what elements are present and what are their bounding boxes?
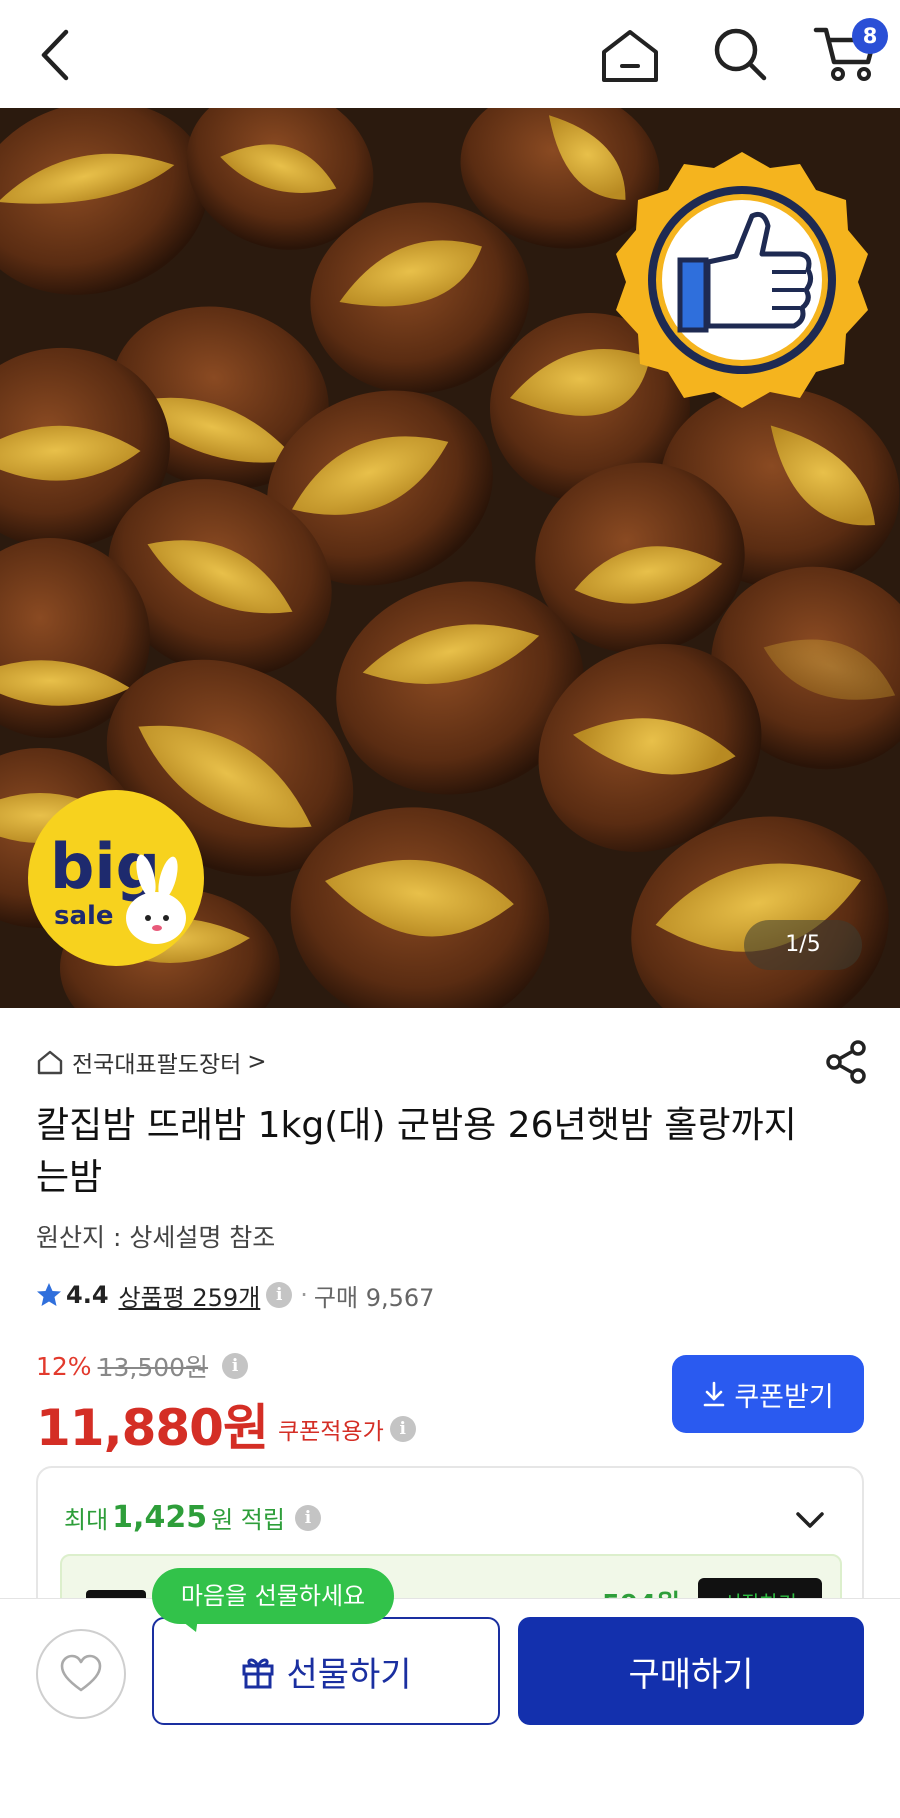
heart-icon: [60, 1654, 102, 1692]
top-bar: 8: [0, 0, 900, 108]
cart-count-badge: 8: [852, 18, 888, 54]
price-info-icon[interactable]: i: [222, 1353, 249, 1379]
store-link[interactable]: 전국대표팔도장터 >: [36, 1046, 267, 1078]
purchase-count: 구매 9,567: [313, 1283, 435, 1312]
rating-score: 4.4: [66, 1281, 109, 1309]
store-name: 전국대표팔도장터: [72, 1052, 242, 1078]
separator-dot: ·: [300, 1281, 308, 1309]
home-icon[interactable]: [598, 26, 662, 86]
gift-button[interactable]: 선물하기: [152, 1617, 500, 1725]
coupon-price-label: 쿠폰적용가: [277, 1419, 384, 1445]
coupon-info-icon[interactable]: i: [389, 1416, 416, 1442]
get-coupon-label: 쿠폰받기: [734, 1381, 834, 1413]
big-sale-badge: big sale: [28, 790, 204, 966]
product-title: 칼집밤 뜨래밤 1kg(대) 군밤용 26년햇밤 홀랑까지는밤: [36, 1105, 797, 1198]
star-icon: [37, 1283, 61, 1306]
buy-button-label: 구매하기: [628, 1654, 754, 1695]
reward-amount: 1,425: [112, 1500, 208, 1535]
reward-prefix: 최대: [64, 1506, 109, 1534]
final-price: 11,880원: [36, 1399, 269, 1457]
gift-tooltip: 마음을 선물하세요: [152, 1568, 394, 1624]
reward-suffix: 원 적립: [211, 1506, 285, 1534]
product-origin: 원산지 : 상세설명 참조: [36, 1223, 276, 1252]
product-image-gallery[interactable]: big sale: [0, 108, 900, 1008]
get-coupon-button[interactable]: 쿠폰받기: [672, 1355, 864, 1433]
chevron-left-icon[interactable]: [30, 26, 80, 84]
discount-percent: 12%: [36, 1351, 92, 1381]
wishlist-button[interactable]: [36, 1629, 126, 1719]
bottom-action-bar: 선물하기 구매하기: [0, 1598, 900, 1818]
download-icon: [704, 1381, 725, 1407]
gift-icon: [242, 1658, 274, 1689]
rating-row: 4.4 상품평 259개 i · 구매 9,567: [36, 1278, 434, 1312]
store-home-icon: [37, 1050, 63, 1075]
chestnut-photo: big sale: [0, 108, 900, 1008]
chevron-down-icon[interactable]: [790, 1500, 830, 1540]
reviews-info-icon[interactable]: i: [266, 1282, 293, 1308]
reward-info-icon[interactable]: i: [294, 1504, 321, 1531]
store-chevron: >: [247, 1049, 267, 1075]
price-area: 12% 13,500원 i 11,880원 쿠폰적용가 i: [36, 1348, 416, 1460]
reviews-link[interactable]: 상품평 259개: [119, 1278, 261, 1313]
gift-button-label: 선물하기: [286, 1654, 412, 1695]
reward-summary[interactable]: 최대 1,425 원 적립 i: [64, 1500, 321, 1535]
image-counter: 1/5: [744, 920, 862, 970]
original-price: 13,500원: [97, 1353, 209, 1382]
share-icon[interactable]: [824, 1040, 868, 1084]
search-icon[interactable]: [710, 24, 770, 84]
svg-text:sale: sale: [54, 901, 114, 931]
buy-button[interactable]: 구매하기: [518, 1617, 864, 1725]
